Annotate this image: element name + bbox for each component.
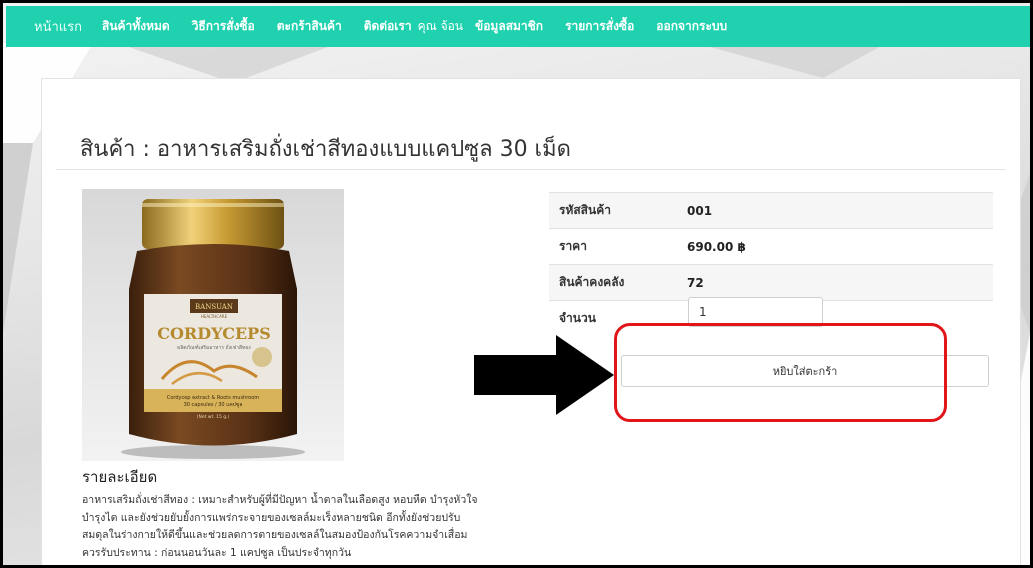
details-text: อาหารเสริมถั่งเช่าสีทอง : เหมาะสำหรับผู้… — [82, 492, 542, 562]
nav-cart[interactable]: ตะกร้าสินค้า — [277, 17, 342, 36]
bottle-sub-text: Cordycep extract & Roots mushroom — [167, 395, 259, 401]
price-value: 690.00 ฿ — [677, 228, 993, 265]
bottle-brand-text: BANSUAN — [195, 303, 233, 311]
details-line: สมดุลในร่างกายให้ดีขึ้นและช่วยลดการตายขอ… — [82, 529, 468, 541]
details-line: บำรุงไต และยังช่วยยับยั้งการแพร่กระจายขอ… — [82, 511, 461, 524]
price-label: ราคา — [549, 228, 677, 265]
table-row: สินค้าคงคลัง 72 — [549, 264, 993, 301]
bottle-net-text: (Net wt. 15 g.) — [197, 414, 230, 420]
bottle-thai-text: ผลิตภัณฑ์เสริมอาหาร ถั่งเช่าสีทอง — [177, 344, 251, 351]
code-value: 001 — [677, 192, 993, 229]
cordyceps-bottle-icon: BANSUAN HEALTHCARE CORDYCEPS ผลิตภัณฑ์เส… — [121, 199, 305, 459]
product-image: BANSUAN HEALTHCARE CORDYCEPS ผลิตภัณฑ์เส… — [82, 189, 344, 461]
nav-all-products[interactable]: สินค้าทั้งหมด — [102, 17, 170, 36]
table-row: ราคา 690.00 ฿ — [549, 228, 993, 265]
nav-member-info[interactable]: ข้อมูลสมาชิก — [475, 17, 543, 36]
bottle-caps-text: 30 capsules / 30 แคปซูล — [184, 402, 243, 408]
table-row: รหัสสินค้า 001 — [549, 192, 993, 229]
bottle-brand-sub-text: HEALTHCARE — [201, 314, 228, 319]
nav-user-name[interactable]: คุณ จ้อน — [418, 17, 463, 36]
nav-orders[interactable]: รายการสั่งซื้อ — [565, 17, 634, 36]
nav-how-to-order[interactable]: วิธีการสั่งซื้อ — [192, 17, 255, 36]
nav-logout[interactable]: ออกจากระบบ — [656, 17, 727, 36]
nav-home[interactable]: หน้าแรก — [34, 16, 82, 37]
page-frame: หน้าแรก สินค้าทั้งหมด วิธีการสั่งซื้อ ตะ… — [0, 0, 1033, 568]
details-line: อาหารเสริมถั่งเช่าสีทอง : เหมาะสำหรับผู้… — [82, 494, 478, 506]
code-label: รหัสสินค้า — [549, 192, 677, 229]
title-divider — [56, 169, 1006, 170]
highlight-annotation — [614, 323, 947, 422]
arrow-right-icon — [474, 335, 614, 415]
stock-value: 72 — [677, 264, 993, 301]
stock-label: สินค้าคงคลัง — [549, 264, 677, 301]
details-heading: รายละเอียด — [82, 468, 158, 486]
nav-contact[interactable]: ติดต่อเรา — [364, 17, 412, 36]
product-card: สินค้า : อาหารเสริมถั่งเช่าสีทองแบบแคปซู… — [41, 78, 1021, 565]
bottle-product-text: CORDYCEPS — [157, 324, 271, 343]
page-title: สินค้า : อาหารเสริมถั่งเช่าสีทองแบบแคปซู… — [80, 137, 571, 162]
top-navbar: หน้าแรก สินค้าทั้งหมด วิธีการสั่งซื้อ ตะ… — [6, 6, 1030, 47]
details-line: ควรรับประทาน : ก่อนนอนวันละ 1 แคปซูล เป็… — [82, 546, 352, 559]
